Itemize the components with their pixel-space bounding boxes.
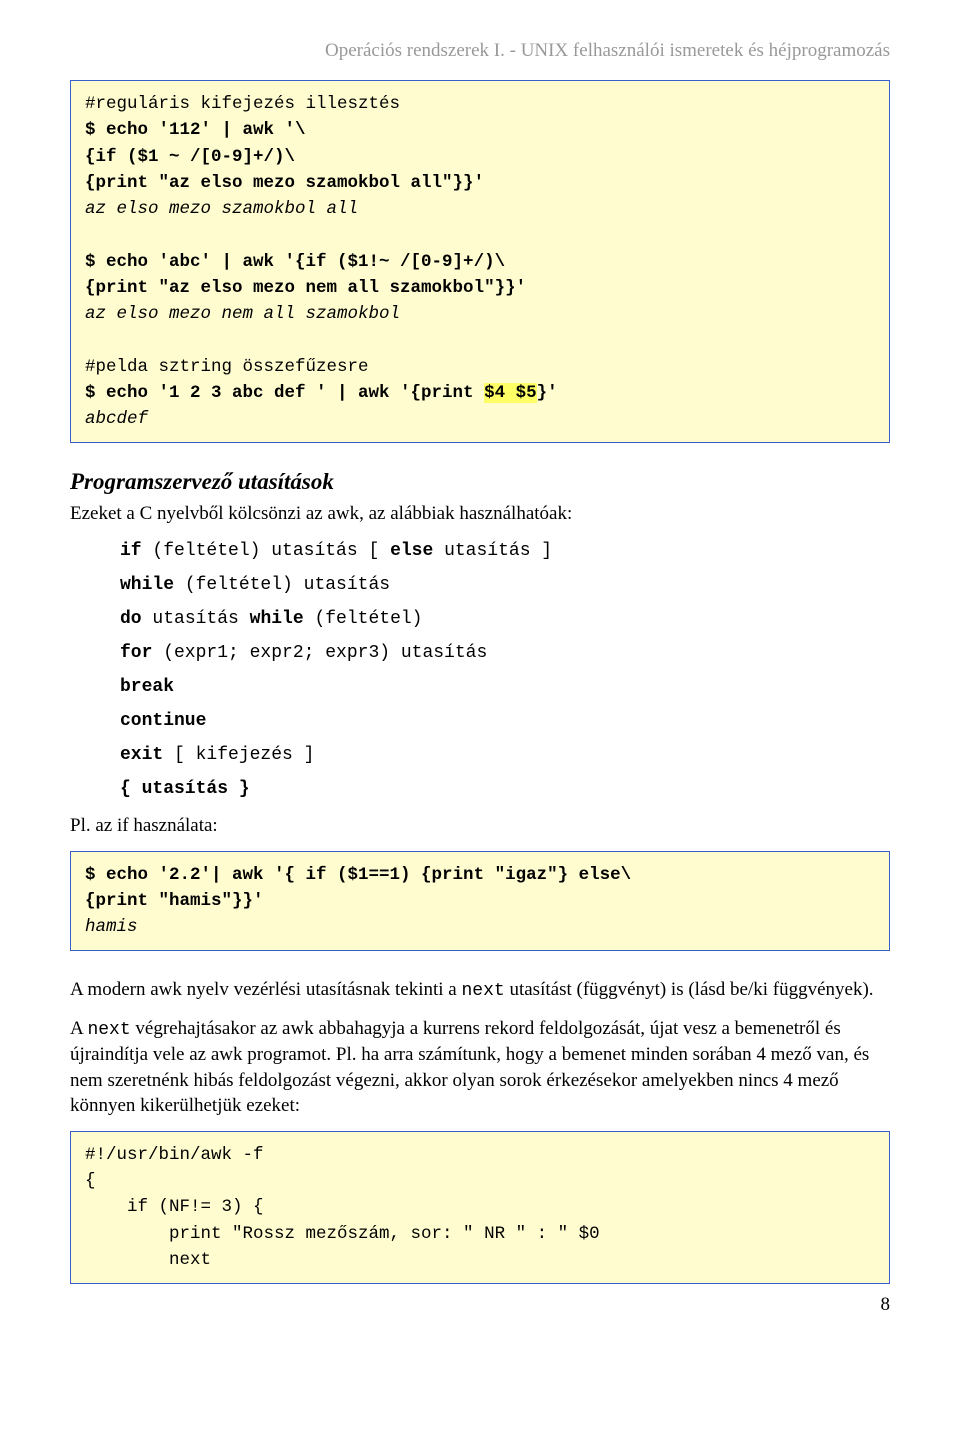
code-line: {if ($1 ~ /[0-9]+/)\ <box>85 147 295 167</box>
paragraph-next-detail: A next végrehajtásakor az awk abbahagyja… <box>70 1016 890 1119</box>
code-line: {print "hamis"}}' <box>85 891 264 911</box>
code-line: #pelda sztring összefűzesre <box>85 357 369 377</box>
list-item: continue <box>120 711 890 731</box>
code-highlight: $4 $5 <box>484 383 537 403</box>
code-output: hamis <box>85 917 138 937</box>
txt: utasítást (függvényt) is (lásd be/ki füg… <box>505 979 874 1000</box>
kw: while <box>120 575 174 595</box>
txt: A <box>70 1018 87 1039</box>
code-line: if (NF!= 3) { <box>85 1197 264 1217</box>
code-line: {print "az elso mezo szamokbol all"}}' <box>85 173 484 193</box>
code-line: next <box>85 1250 211 1270</box>
txt: utasítás <box>142 609 250 629</box>
code-block-if: $ echo '2.2'| awk '{ if ($1==1) {print "… <box>70 851 890 952</box>
kw: continue <box>120 711 206 731</box>
inline-code: next <box>462 981 505 1001</box>
kw: do <box>120 609 142 629</box>
code-block-regex: #reguláris kifejezés illesztés $ echo '1… <box>70 80 890 443</box>
syntax-list: if (feltétel) utasítás [ else utasítás ]… <box>70 541 890 799</box>
example-label: Pl. az if használata: <box>70 813 890 839</box>
code-output: az elso mezo szamokbol all <box>85 199 358 219</box>
txt: végrehajtásakor az awk abbahagyja a kurr… <box>70 1018 869 1117</box>
list-item: break <box>120 677 890 697</box>
kw: if <box>120 541 142 561</box>
code-output: az elso mezo nem all szamokbol <box>85 304 400 324</box>
paragraph-next-intro: A modern awk nyelv vezérlési utasításnak… <box>70 977 890 1003</box>
kw: break <box>120 677 174 697</box>
txt: utasítás ] <box>433 541 552 561</box>
header-subtitle: Operációs rendszerek I. - UNIX felhaszná… <box>70 40 890 62</box>
code-line: {print "az elso mezo nem all szamokbol"}… <box>85 278 526 298</box>
code-line: $ echo '112' | awk '\ <box>85 120 306 140</box>
list-item: do utasítás while (feltétel) <box>120 609 890 629</box>
code-block-next: #!/usr/bin/awk -f { if (NF!= 3) { print … <box>70 1131 890 1284</box>
code-output: abcdef <box>85 409 148 429</box>
page-container: Operációs rendszerek I. - UNIX felhaszná… <box>0 0 960 1336</box>
code-line: { <box>85 1171 96 1191</box>
txt: (expr1; expr2; expr3) utasítás <box>152 643 487 663</box>
intro-paragraph: Ezeket a C nyelvből kölcsönzi az awk, az… <box>70 501 890 527</box>
txt: A modern awk nyelv vezérlési utasításnak… <box>70 979 462 1000</box>
txt: [ kifejezés ] <box>163 745 314 765</box>
code-line: $ echo '2.2'| awk '{ if ($1==1) {print "… <box>85 865 631 885</box>
code-line: $ echo '1 2 3 abc def ' | awk '{print <box>85 383 484 403</box>
kw: exit <box>120 745 163 765</box>
inline-code: next <box>87 1020 130 1040</box>
txt: (feltétel) utasítás [ <box>142 541 390 561</box>
list-item: if (feltétel) utasítás [ else utasítás ] <box>120 541 890 561</box>
kw: for <box>120 643 152 663</box>
txt: (feltétel) <box>304 609 423 629</box>
kw: { utasítás } <box>120 779 250 799</box>
list-item: exit [ kifejezés ] <box>120 745 890 765</box>
code-line: print "Rossz mezőszám, sor: " NR " : " $… <box>85 1224 600 1244</box>
page-number: 8 <box>70 1294 890 1316</box>
list-item: for (expr1; expr2; expr3) utasítás <box>120 643 890 663</box>
kw: while <box>250 609 304 629</box>
section-heading: Programszervező utasítások <box>70 469 890 495</box>
code-line: #!/usr/bin/awk -f <box>85 1145 264 1165</box>
code-line: $ echo 'abc' | awk '{if ($1!~ /[0-9]+/)\ <box>85 252 505 272</box>
kw: else <box>390 541 433 561</box>
code-line: }' <box>537 383 558 403</box>
list-item: while (feltétel) utasítás <box>120 575 890 595</box>
txt: (feltétel) utasítás <box>174 575 390 595</box>
code-line: #reguláris kifejezés illesztés <box>85 94 400 114</box>
list-item: { utasítás } <box>120 779 890 799</box>
